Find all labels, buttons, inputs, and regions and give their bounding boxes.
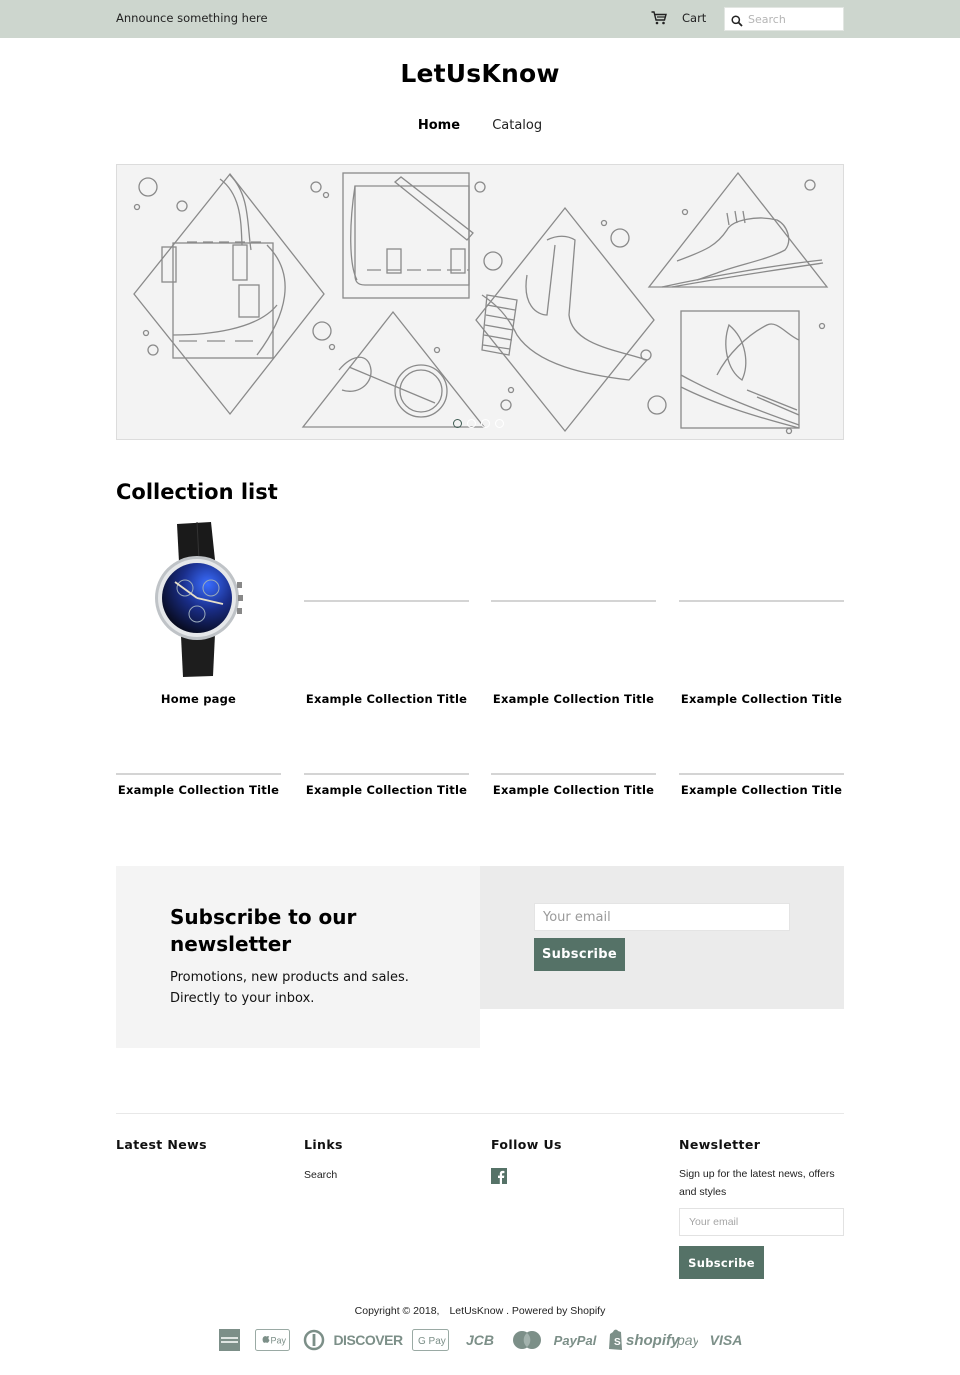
- nav-item-home[interactable]: Home: [418, 118, 460, 133]
- boot-illustration: [475, 206, 655, 433]
- paypal-icon: PayPal: [553, 1328, 597, 1352]
- discover-label: DISCOVER: [333, 1332, 403, 1348]
- slide-dot-3[interactable]: [481, 419, 490, 428]
- newsletter-description: Promotions, new products and sales. Dire…: [170, 967, 450, 1009]
- hat-illustration: [680, 310, 800, 429]
- search-input[interactable]: [748, 11, 840, 27]
- collection-item[interactable]: Example Collection Title: [304, 520, 469, 710]
- footer-follow-us: Follow Us: [491, 1137, 656, 1184]
- collection-title: Example Collection Title: [492, 783, 655, 797]
- footer-heading-links: Links: [304, 1137, 343, 1152]
- collection-item[interactable]: Example Collection Title: [116, 760, 281, 805]
- shopify-pay-icon: Sshopify pay: [608, 1328, 698, 1352]
- newsletter-heading: Subscribe to our newsletter: [170, 905, 357, 956]
- jcb-label: JCB: [465, 1332, 494, 1348]
- collection-item[interactable]: Example Collection Title: [679, 760, 844, 805]
- collection-item[interactable]: Home page: [116, 520, 281, 710]
- visa-icon: VISA: [709, 1328, 743, 1352]
- paypal-label: PayPal: [553, 1332, 597, 1348]
- svg-text:Pay: Pay: [271, 1336, 287, 1346]
- collection-title: Example Collection Title: [117, 783, 280, 797]
- diners-club-icon: [303, 1328, 325, 1352]
- collection-item[interactable]: Example Collection Title: [491, 520, 656, 710]
- svg-text:S: S: [614, 1337, 621, 1348]
- hero-slideshow[interactable]: [116, 164, 844, 440]
- newsletter-description-line2: Directly to your inbox.: [170, 991, 315, 1006]
- footer-latest-news: Latest News: [116, 1137, 281, 1152]
- collection-item[interactable]: Example Collection Title: [304, 760, 469, 805]
- collection-title: Example Collection Title: [305, 692, 468, 706]
- collection-title: Example Collection Title: [680, 692, 843, 706]
- footer-email-input[interactable]: [679, 1208, 844, 1236]
- cart-icon[interactable]: [651, 11, 667, 25]
- collection-item[interactable]: Example Collection Title: [679, 520, 844, 710]
- footer-heading-newsletter: Newsletter: [679, 1137, 761, 1152]
- copyright-store-link[interactable]: LetUsKnow: [449, 1305, 503, 1317]
- cart-link[interactable]: Cart: [682, 11, 706, 25]
- footer-newsletter-text: Sign up for the latest news, offers and …: [679, 1168, 835, 1198]
- main-nav: Home Catalog: [0, 118, 960, 133]
- satchel-illustration: [342, 172, 474, 299]
- google-pay-icon: G Pay: [412, 1328, 449, 1352]
- footer-newsletter: Newsletter Sign up for the latest news, …: [679, 1137, 844, 1279]
- collection-title: Home page: [160, 692, 237, 706]
- search-icon[interactable]: [731, 15, 743, 27]
- site-title[interactable]: LetUsKnow: [0, 59, 960, 88]
- announcement-text: Announce something here: [116, 11, 268, 25]
- newsletter-intro-panel: Subscribe to our newsletter Promotions, …: [116, 866, 480, 1048]
- apple-pay-icon: Pay: [255, 1328, 290, 1352]
- footer-heading-follow-us: Follow Us: [491, 1137, 562, 1152]
- oxford-shoe-illustration: [647, 171, 829, 288]
- collection-placeholder-image: [304, 600, 469, 602]
- collection-title: Example Collection Title: [492, 692, 655, 706]
- slide-illustration: [133, 171, 829, 435]
- glasses-illustration: [301, 310, 486, 428]
- footer-links: Links Search: [304, 1137, 469, 1181]
- mastercard-icon: [512, 1328, 542, 1352]
- newsletter-email-input[interactable]: [534, 903, 790, 931]
- nav-item-catalog[interactable]: Catalog: [492, 118, 542, 133]
- collection-placeholder-image: [304, 773, 469, 775]
- collection-placeholder-image: [679, 600, 844, 602]
- facebook-icon[interactable]: [491, 1168, 507, 1184]
- discover-icon: DISCOVER: [333, 1328, 403, 1352]
- footer-link-search[interactable]: Search: [304, 1169, 337, 1181]
- newsletter-description-line1: Promotions, new products and sales.: [170, 970, 409, 985]
- payment-icons: Pay DISCOVER G Pay JCB PayPal Sshopify pa…: [0, 1328, 960, 1354]
- handbag-illustration: [133, 172, 325, 416]
- collection-list-title: Collection list: [116, 480, 278, 504]
- svg-text:pay: pay: [676, 1332, 698, 1348]
- slide-dot-1[interactable]: [453, 419, 462, 428]
- collection-placeholder-image: [116, 773, 281, 775]
- collection-item[interactable]: Example Collection Title: [491, 760, 656, 805]
- footer-divider: [116, 1113, 844, 1114]
- footer-heading-latest-news: Latest News: [116, 1137, 207, 1152]
- slide-dot-2[interactable]: [467, 419, 476, 428]
- copyright-text: Copyright © 2018,: [354, 1305, 440, 1317]
- amex-icon: [219, 1328, 240, 1352]
- collection-title: Example Collection Title: [680, 783, 843, 797]
- collection-placeholder-image: [679, 773, 844, 775]
- newsletter-subscribe-button[interactable]: Subscribe: [534, 938, 625, 971]
- collection-placeholder-image: [491, 600, 656, 602]
- slide-dots: [453, 419, 504, 429]
- svg-text:shopify: shopify: [626, 1332, 680, 1349]
- powered-by-text: . Powered by Shopify: [506, 1305, 606, 1317]
- collection-title: Example Collection Title: [305, 783, 468, 797]
- collection-placeholder-image: [491, 773, 656, 775]
- slide-dot-4[interactable]: [495, 419, 504, 428]
- footer-subscribe-button[interactable]: Subscribe: [679, 1246, 764, 1279]
- announcement-bar: Announce something here Cart: [0, 0, 960, 38]
- jcb-icon: JCB: [461, 1328, 499, 1352]
- wristwatch-image: [155, 521, 243, 677]
- search-box[interactable]: [724, 7, 844, 31]
- visa-label: VISA: [709, 1332, 743, 1348]
- svg-text:G Pay: G Pay: [418, 1336, 446, 1347]
- copyright: Copyright © 2018, LetUsKnow . Powered by …: [0, 1305, 960, 1317]
- newsletter-form-panel: Subscribe: [480, 866, 844, 1009]
